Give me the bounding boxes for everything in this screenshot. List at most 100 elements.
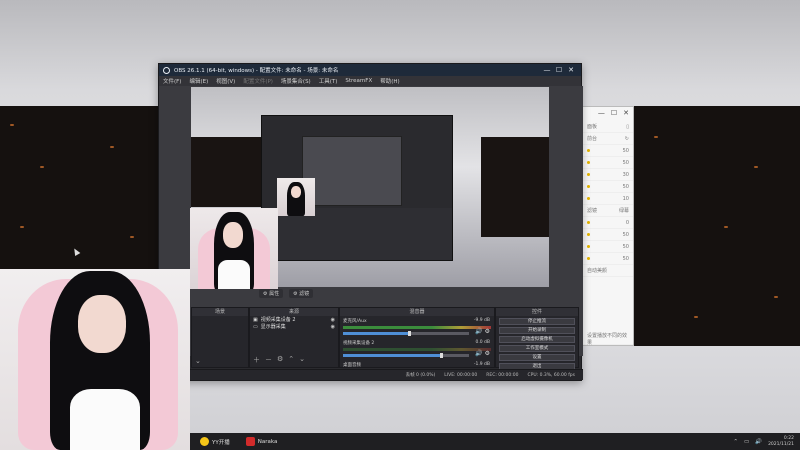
move-down-icon[interactable]: ⌄: [299, 355, 305, 365]
source-item[interactable]: ▣ 视频采集设备 2 ◉: [250, 316, 338, 324]
slider-knob[interactable]: [587, 185, 590, 188]
visibility-eye-icon[interactable]: ◉: [331, 317, 335, 323]
scenes-dock: 场景 ⌄: [191, 307, 249, 368]
scenes-dock-title: 场景: [192, 308, 248, 316]
beauty-row: 前台 ↻: [583, 133, 633, 145]
minimize-button[interactable]: —: [541, 66, 553, 74]
slider-value: 10: [622, 195, 629, 202]
speaker-icon[interactable]: 🔊: [475, 328, 482, 335]
studio-mode-button[interactable]: 工作室模式: [499, 345, 575, 352]
scroll-down-icon[interactable]: ⌄: [195, 357, 201, 365]
maximize-button[interactable]: ☐: [553, 66, 565, 74]
controls-dock: 控件 停止推流 开始录制 启动虚拟摄像机 工作室模式 设置 退出: [495, 307, 579, 370]
source-toolbar: ⚙ 属性 ⚙ 滤镜: [259, 289, 314, 298]
refresh-icon[interactable]: ↻: [625, 136, 629, 142]
beauty-app-titlebar: — ☐ ✕: [583, 107, 633, 121]
slider-knob[interactable]: [587, 197, 590, 200]
properties-button[interactable]: ⚙ 属性: [259, 289, 284, 298]
filters-button[interactable]: ⚙ 滤镜: [289, 289, 314, 298]
beauty-footer: 设置播放不同的效果: [583, 333, 633, 346]
source-name: 显示器采集: [260, 324, 286, 330]
beauty-row[interactable]: 50: [583, 181, 633, 193]
menu-streamfx[interactable]: StreamFX: [345, 78, 372, 84]
start-virtual-camera-button[interactable]: 启动虚拟摄像机: [499, 336, 575, 343]
person-face: [223, 222, 243, 248]
volume-slider-fill: [343, 354, 442, 357]
volume-icon[interactable]: 🔊: [755, 439, 762, 445]
beauty-row[interactable]: 50: [583, 253, 633, 265]
obs-titlebar[interactable]: OBS 26.1.1 (64-bit, windows) - 配置文件: 未命名…: [159, 64, 581, 76]
beauty-row[interactable]: 10: [583, 193, 633, 205]
panel-icon[interactable]: ▯: [626, 124, 629, 130]
gear-icon[interactable]: ⚙: [485, 350, 490, 357]
beauty-app-window: — ☐ ✕ 面板 ▯ 前台 ↻ 50 50 30 50 10 滤镜 绿幕 0 50 5…: [582, 106, 634, 346]
ember-particle: [774, 296, 778, 298]
clock[interactable]: 0:22 2021/11/21: [768, 436, 794, 448]
close-icon[interactable]: ✕: [623, 109, 629, 119]
beauty-label: 自动美颜: [587, 268, 608, 274]
volume-slider-knob[interactable]: [407, 331, 411, 336]
mixer-channel: 视频采集设备 2 0.0 dB 🔊 ⚙: [340, 338, 494, 360]
volume-slider[interactable]: [343, 331, 469, 336]
remove-icon[interactable]: －: [265, 355, 272, 365]
person-top: [218, 260, 250, 289]
visibility-eye-icon[interactable]: ◉: [331, 324, 335, 330]
gear-icon[interactable]: ⚙: [277, 355, 283, 365]
taskbar-item-yy[interactable]: YY开播: [196, 435, 234, 448]
ember-particle: [694, 316, 698, 318]
slider-knob[interactable]: [587, 245, 590, 248]
slider-knob[interactable]: [587, 161, 590, 164]
channel-name: 桌面音频: [343, 363, 361, 368]
volume-slider-knob[interactable]: [440, 353, 444, 358]
preview-dark-band-right: [481, 137, 549, 237]
menu-tools[interactable]: 工具(T): [319, 77, 338, 85]
menu-edit[interactable]: 编辑(E): [189, 77, 208, 85]
close-button[interactable]: ✕: [565, 66, 577, 74]
stop-streaming-button[interactable]: 停止推流: [499, 318, 575, 325]
beauty-row[interactable]: 50: [583, 145, 633, 157]
taskbar-item-naraka[interactable]: Naraka: [242, 435, 282, 448]
beauty-row[interactable]: 50: [583, 241, 633, 253]
menu-bar: 文件(F) 编辑(E) 视图(V) 配置文件(P) 场景集合(S) 工具(T) …: [159, 76, 581, 86]
volume-slider[interactable]: [343, 353, 469, 358]
source-item[interactable]: ▭ 显示器采集 ◉: [250, 323, 338, 331]
slider-knob[interactable]: [587, 233, 590, 236]
menu-scene-collection[interactable]: 场景集合(S): [281, 77, 311, 85]
slider-knob[interactable]: [587, 221, 590, 224]
scenes-dock-footer: ⌄: [195, 357, 201, 365]
beauty-row[interactable]: 50: [583, 229, 633, 241]
volume-slider-fill: [343, 332, 409, 335]
speaker-icon[interactable]: 🔊: [475, 350, 482, 357]
volume-meter: [343, 326, 491, 329]
slider-knob[interactable]: [587, 173, 590, 176]
taskbar-label: Naraka: [257, 438, 278, 445]
menu-file[interactable]: 文件(F): [163, 77, 181, 85]
maximize-icon[interactable]: ☐: [611, 109, 617, 119]
start-recording-button[interactable]: 开始录制: [499, 327, 575, 334]
beauty-row[interactable]: 30: [583, 169, 633, 181]
beauty-row[interactable]: 0: [583, 217, 633, 229]
tray-expand-icon[interactable]: ⌃: [733, 439, 738, 445]
move-up-icon[interactable]: ⌃: [288, 355, 294, 365]
settings-button[interactable]: 设置: [499, 354, 575, 361]
clock-date: 2021/11/21: [768, 441, 794, 447]
add-icon[interactable]: ＋: [253, 355, 260, 365]
minimize-icon[interactable]: —: [598, 109, 605, 119]
yy-icon: [200, 437, 209, 446]
slider-value: 30: [622, 171, 629, 178]
status-bar: 丢帧 0 (0.0%) LIVE: 00:00:00 REC: 00:00:00…: [159, 369, 583, 380]
beauty-row: 滤镜 绿幕: [583, 205, 633, 217]
slider-knob[interactable]: [587, 149, 590, 152]
slider-value: 50: [622, 183, 629, 190]
mixer-dock-title: 混音器: [340, 308, 494, 316]
gear-icon[interactable]: ⚙: [485, 328, 490, 335]
monitor-icon: ▭: [253, 323, 258, 330]
battery-icon[interactable]: ▭: [744, 439, 749, 445]
naraka-icon: [245, 437, 255, 446]
beauty-row[interactable]: 50: [583, 157, 633, 169]
slider-knob[interactable]: [587, 257, 590, 260]
menu-view[interactable]: 视图(V): [216, 77, 235, 85]
menu-profile[interactable]: 配置文件(P): [243, 77, 273, 85]
slider-value: 50: [622, 243, 629, 250]
menu-help[interactable]: 帮助(H): [380, 77, 399, 85]
